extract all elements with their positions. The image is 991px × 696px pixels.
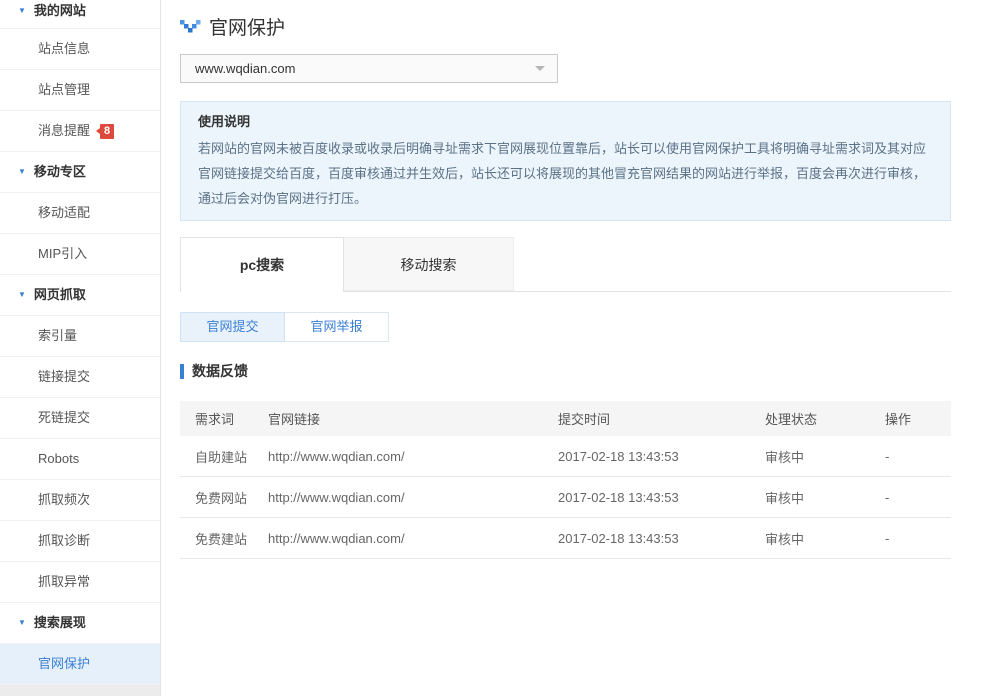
table-cell: 审核中 — [765, 518, 885, 559]
sidebar-label: 死链提交 — [38, 410, 90, 425]
search-tabs: pc搜索移动搜索 — [180, 237, 951, 292]
section-accent-bar — [180, 364, 184, 379]
sidebar-label: 消息提醒 — [38, 123, 90, 138]
table-header-cell: 官网链接 — [268, 401, 558, 436]
chevron-down-icon — [535, 66, 545, 71]
sidebar-label: 我的网站 — [34, 3, 86, 18]
page-title: 官网保护 — [209, 13, 285, 40]
usage-notice: 使用说明 若网站的官网未被百度收录或收录后明确寻址需求下官网展现位置靠后，站长可… — [180, 101, 951, 221]
table-cell: http://www.wqdian.com/ — [268, 518, 558, 559]
sidebar-label: 官网保护 — [38, 656, 90, 671]
table-cell: 自助建站 — [180, 436, 268, 477]
subtab-submit[interactable]: 官网提交 — [180, 312, 285, 342]
sidebar-label: 索引量 — [38, 328, 77, 343]
table-header-cell: 需求词 — [180, 401, 268, 436]
site-selector-value: www.wqdian.com — [181, 55, 557, 82]
sidebar-item[interactable]: 移动适配 — [0, 193, 160, 234]
sidebar-item[interactable]: 站点管理 — [0, 70, 160, 111]
notice-body: 若网站的官网未被百度收录或收录后明确寻址需求下官网展现位置靠后，站长可以使用官网… — [198, 136, 933, 211]
sidebar-group[interactable]: ▼ 网页抓取 — [0, 275, 160, 316]
sidebar: ▼ 我的网站站点信息站点管理消息提醒 8 ▼ 移动专区移动适配 MIP引入 ▼ 网页抓取索引量… — [0, 0, 161, 696]
sidebar-label: 抓取诊断 — [38, 533, 90, 548]
sidebar-item[interactable]: 索引量 — [0, 316, 160, 357]
table-cell: 2017-02-18 13:43:53 — [558, 477, 765, 518]
triangle-down-icon: ▼ — [18, 603, 26, 643]
table-cell: 审核中 — [765, 436, 885, 477]
tab-mobile-search[interactable]: 移动搜索 — [344, 237, 514, 291]
sidebar-item[interactable]: 站点信息 — [0, 29, 160, 70]
page-header: 官网保护 — [180, 0, 951, 40]
sidebar-item[interactable]: MIP引入 — [0, 234, 160, 275]
table-row: 自助建站http://www.wqdian.com/2017-02-18 13:… — [180, 436, 951, 477]
sidebar-label: 链接提交 — [38, 369, 90, 384]
sidebar-next-item-partial — [0, 685, 160, 696]
notice-title: 使用说明 — [198, 113, 933, 131]
table-cell: http://www.wqdian.com/ — [268, 477, 558, 518]
sidebar-label: 移动适配 — [38, 205, 90, 220]
sidebar-nav: ▼ 我的网站站点信息站点管理消息提醒 8 ▼ 移动专区移动适配 MIP引入 ▼ 网页抓取索引量… — [0, 0, 160, 685]
sidebar-item[interactable]: Robots — [0, 439, 160, 480]
sidebar-item[interactable]: 链接提交 — [0, 357, 160, 398]
feedback-table: 需求词官网链接提交时间处理状态操作 自助建站http://www.wqdian.… — [180, 401, 951, 559]
main-content: 官网保护 www.wqdian.com 使用说明 若网站的官网未被百度收录或收录… — [161, 0, 991, 696]
table-row: 免费建站http://www.wqdian.com/2017-02-18 13:… — [180, 518, 951, 559]
table-header-cell: 操作 — [885, 401, 951, 436]
site-selector[interactable]: www.wqdian.com — [180, 54, 558, 83]
page: ▼ 我的网站站点信息站点管理消息提醒 8 ▼ 移动专区移动适配 MIP引入 ▼ 网页抓取索引量… — [0, 0, 991, 696]
table-cell: 2017-02-18 13:43:53 — [558, 518, 765, 559]
sidebar-label: MIP引入 — [38, 246, 87, 261]
sidebar-label: 站点管理 — [38, 82, 90, 97]
table-cell: 审核中 — [765, 477, 885, 518]
sidebar-label: Robots — [38, 451, 79, 466]
sidebar-group[interactable]: ▼ 移动专区 — [0, 152, 160, 193]
subtab-report[interactable]: 官网举报 — [284, 312, 389, 342]
table-header-cell: 处理状态 — [765, 401, 885, 436]
section-title-text: 数据反馈 — [192, 361, 248, 381]
table-cell: - — [885, 518, 951, 559]
sidebar-item[interactable]: 死链提交 — [0, 398, 160, 439]
table-cell: 免费网站 — [180, 477, 268, 518]
table-header-row: 需求词官网链接提交时间处理状态操作 — [180, 401, 951, 436]
sidebar-label: 站点信息 — [38, 41, 90, 56]
tab-pc-search[interactable]: pc搜索 — [180, 237, 344, 292]
sidebar-group[interactable]: ▼ 我的网站 — [0, 0, 160, 29]
table-cell: - — [885, 477, 951, 518]
sidebar-group[interactable]: ▼ 搜索展现 — [0, 603, 160, 644]
notification-badge: 8 — [100, 124, 114, 139]
triangle-down-icon: ▼ — [18, 152, 26, 192]
sidebar-item[interactable]: 抓取诊断 — [0, 521, 160, 562]
subtabs: 官网提交官网举报 — [180, 312, 951, 342]
sidebar-label: 抓取频次 — [38, 492, 90, 507]
v-logo-icon — [180, 20, 201, 34]
sidebar-item[interactable]: 抓取频次 — [0, 480, 160, 521]
sidebar-item[interactable]: 消息提醒 8 — [0, 111, 160, 152]
sidebar-label: 搜索展现 — [34, 615, 86, 630]
table-cell: 2017-02-18 13:43:53 — [558, 436, 765, 477]
triangle-down-icon: ▼ — [18, 275, 26, 315]
table-cell: 免费建站 — [180, 518, 268, 559]
triangle-down-icon: ▼ — [18, 0, 26, 22]
table-cell: - — [885, 436, 951, 477]
sidebar-label: 抓取异常 — [38, 574, 90, 589]
table-row: 免费网站http://www.wqdian.com/2017-02-18 13:… — [180, 477, 951, 518]
section-title: 数据反馈 — [180, 361, 951, 381]
sidebar-item[interactable]: 抓取异常 — [0, 562, 160, 603]
sidebar-label: 移动专区 — [34, 164, 86, 179]
table-header-cell: 提交时间 — [558, 401, 765, 436]
table-cell: http://www.wqdian.com/ — [268, 436, 558, 477]
sidebar-label: 网页抓取 — [34, 287, 86, 302]
sidebar-item[interactable]: 官网保护 — [0, 644, 160, 685]
